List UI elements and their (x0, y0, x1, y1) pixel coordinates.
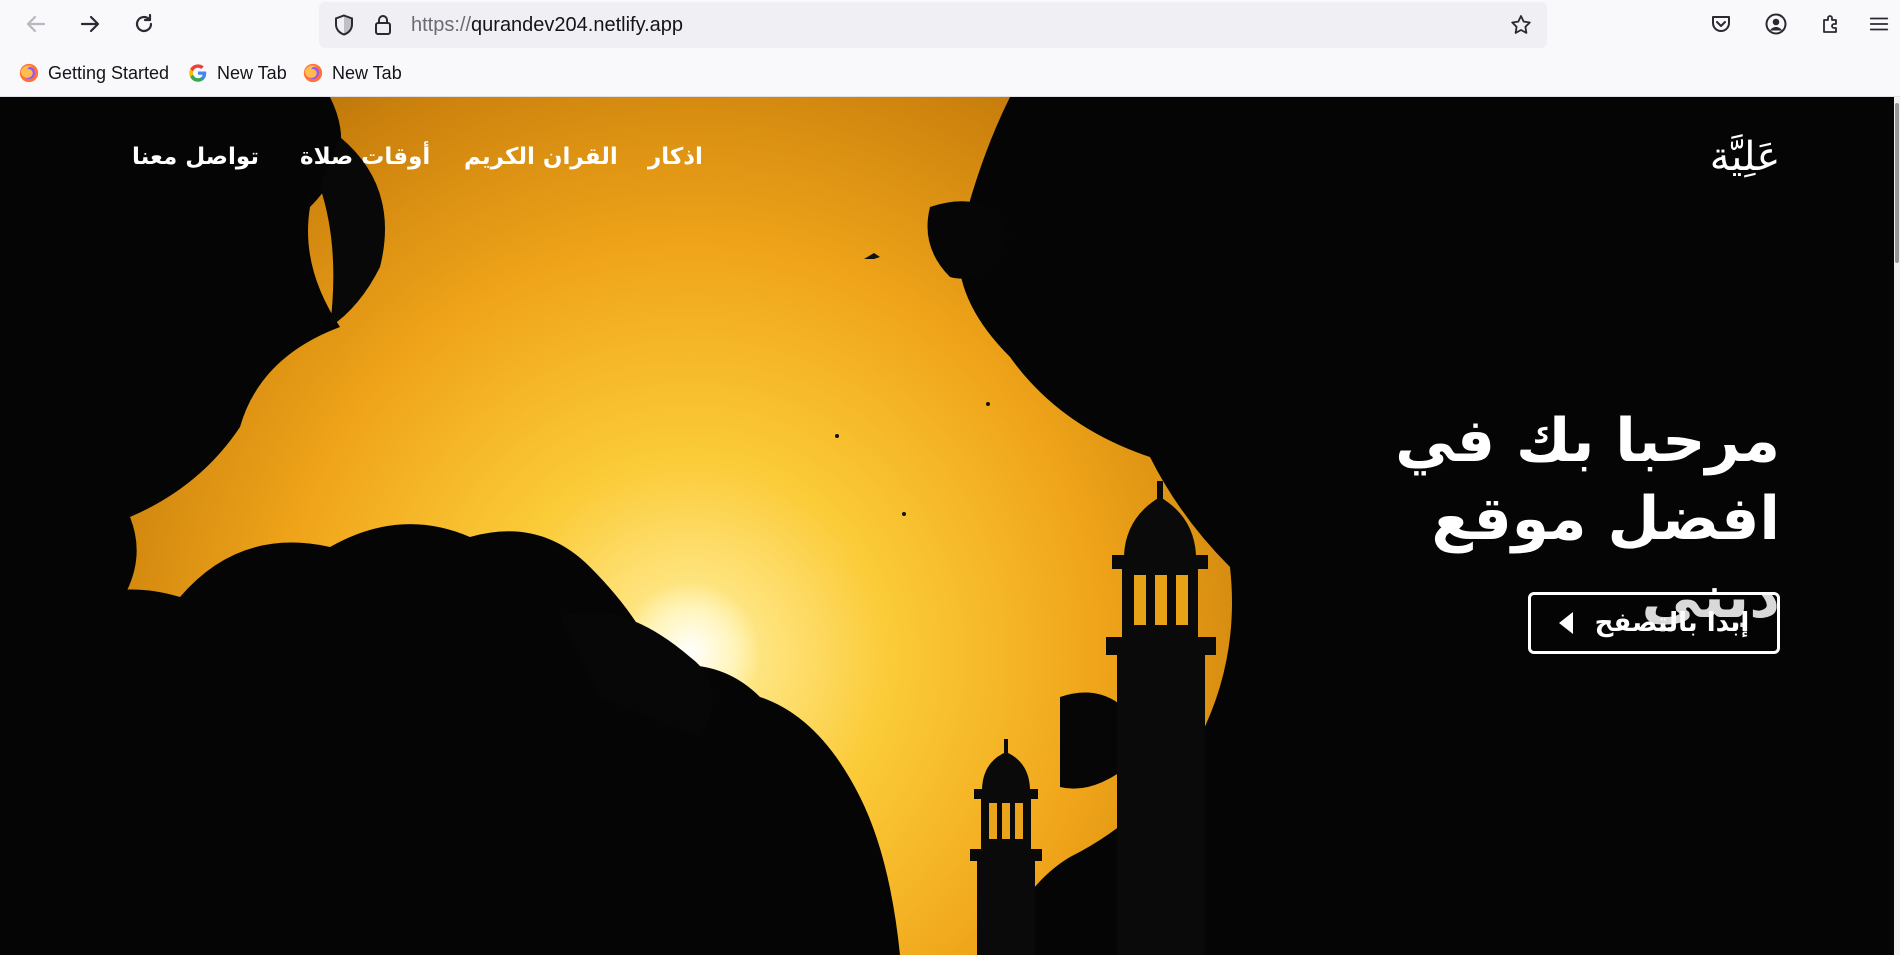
url-text[interactable]: https://qurandev204.netlify.app (411, 2, 683, 48)
account-icon (1765, 13, 1787, 35)
bookmark-label: New Tab (217, 62, 287, 83)
url-bar[interactable]: https://qurandev204.netlify.app (319, 2, 1547, 48)
start-browsing-label: إبدا بالتصفح (1594, 608, 1750, 638)
main-nav: اذكار القران الكريم أوقات صلاة تواصل معن… (0, 137, 1894, 177)
pocket-button[interactable] (1703, 6, 1739, 42)
puzzle-icon (1823, 15, 1837, 33)
url-host: qurandev204.netlify.app (471, 14, 684, 36)
browser-toolbar: https://qurandev204.netlify.app (0, 0, 1900, 50)
scrollbar-thumb[interactable] (1895, 103, 1899, 263)
url-scheme: https:// (411, 14, 472, 36)
pocket-icon (1712, 16, 1730, 32)
nav-link-quran[interactable]: القران الكريم (464, 144, 618, 170)
arrow-right-icon (80, 15, 100, 33)
page-viewport: عَلِيَّة اذكار القران الكريم أوقات صلاة … (0, 97, 1894, 955)
extensions-button[interactable] (1813, 6, 1849, 42)
reload-icon (135, 13, 153, 33)
bookmarks-toolbar: Getting Started New Tab New Tab (0, 50, 1900, 97)
account-button[interactable] (1758, 6, 1794, 42)
shield-icon[interactable] (332, 13, 356, 37)
nav-link-contact[interactable]: تواصل معنا (132, 144, 259, 170)
arrow-left-icon (26, 15, 46, 33)
hamburger-icon (1869, 17, 1889, 31)
firefox-icon (303, 63, 323, 83)
back-button[interactable] (18, 6, 54, 42)
bookmark-label: Getting Started (48, 62, 170, 83)
page-scrollbar[interactable] (1894, 97, 1900, 955)
forward-button[interactable] (72, 6, 108, 42)
bookmark-getting-started[interactable]: Getting Started (18, 58, 169, 88)
bookmark-label: New Tab (332, 62, 402, 83)
hero-heading-line1: مرحبا بك في (1395, 406, 1780, 476)
bookmark-new-tab-google[interactable]: New Tab (187, 58, 287, 88)
menu-button[interactable] (1864, 6, 1894, 42)
caret-left-icon (1558, 612, 1573, 634)
lock-icon[interactable] (371, 13, 395, 37)
star-icon[interactable] (1509, 13, 1533, 37)
bookmark-new-tab-firefox[interactable]: New Tab (302, 58, 402, 88)
google-icon (189, 64, 207, 82)
nav-link-prayer-times[interactable]: أوقات صلاة (300, 144, 430, 170)
firefox-icon (19, 63, 39, 83)
start-browsing-button[interactable]: إبدا بالتصفح (1528, 592, 1780, 654)
nav-link-adhkar[interactable]: اذكار (648, 144, 703, 170)
reload-button[interactable] (126, 6, 162, 42)
